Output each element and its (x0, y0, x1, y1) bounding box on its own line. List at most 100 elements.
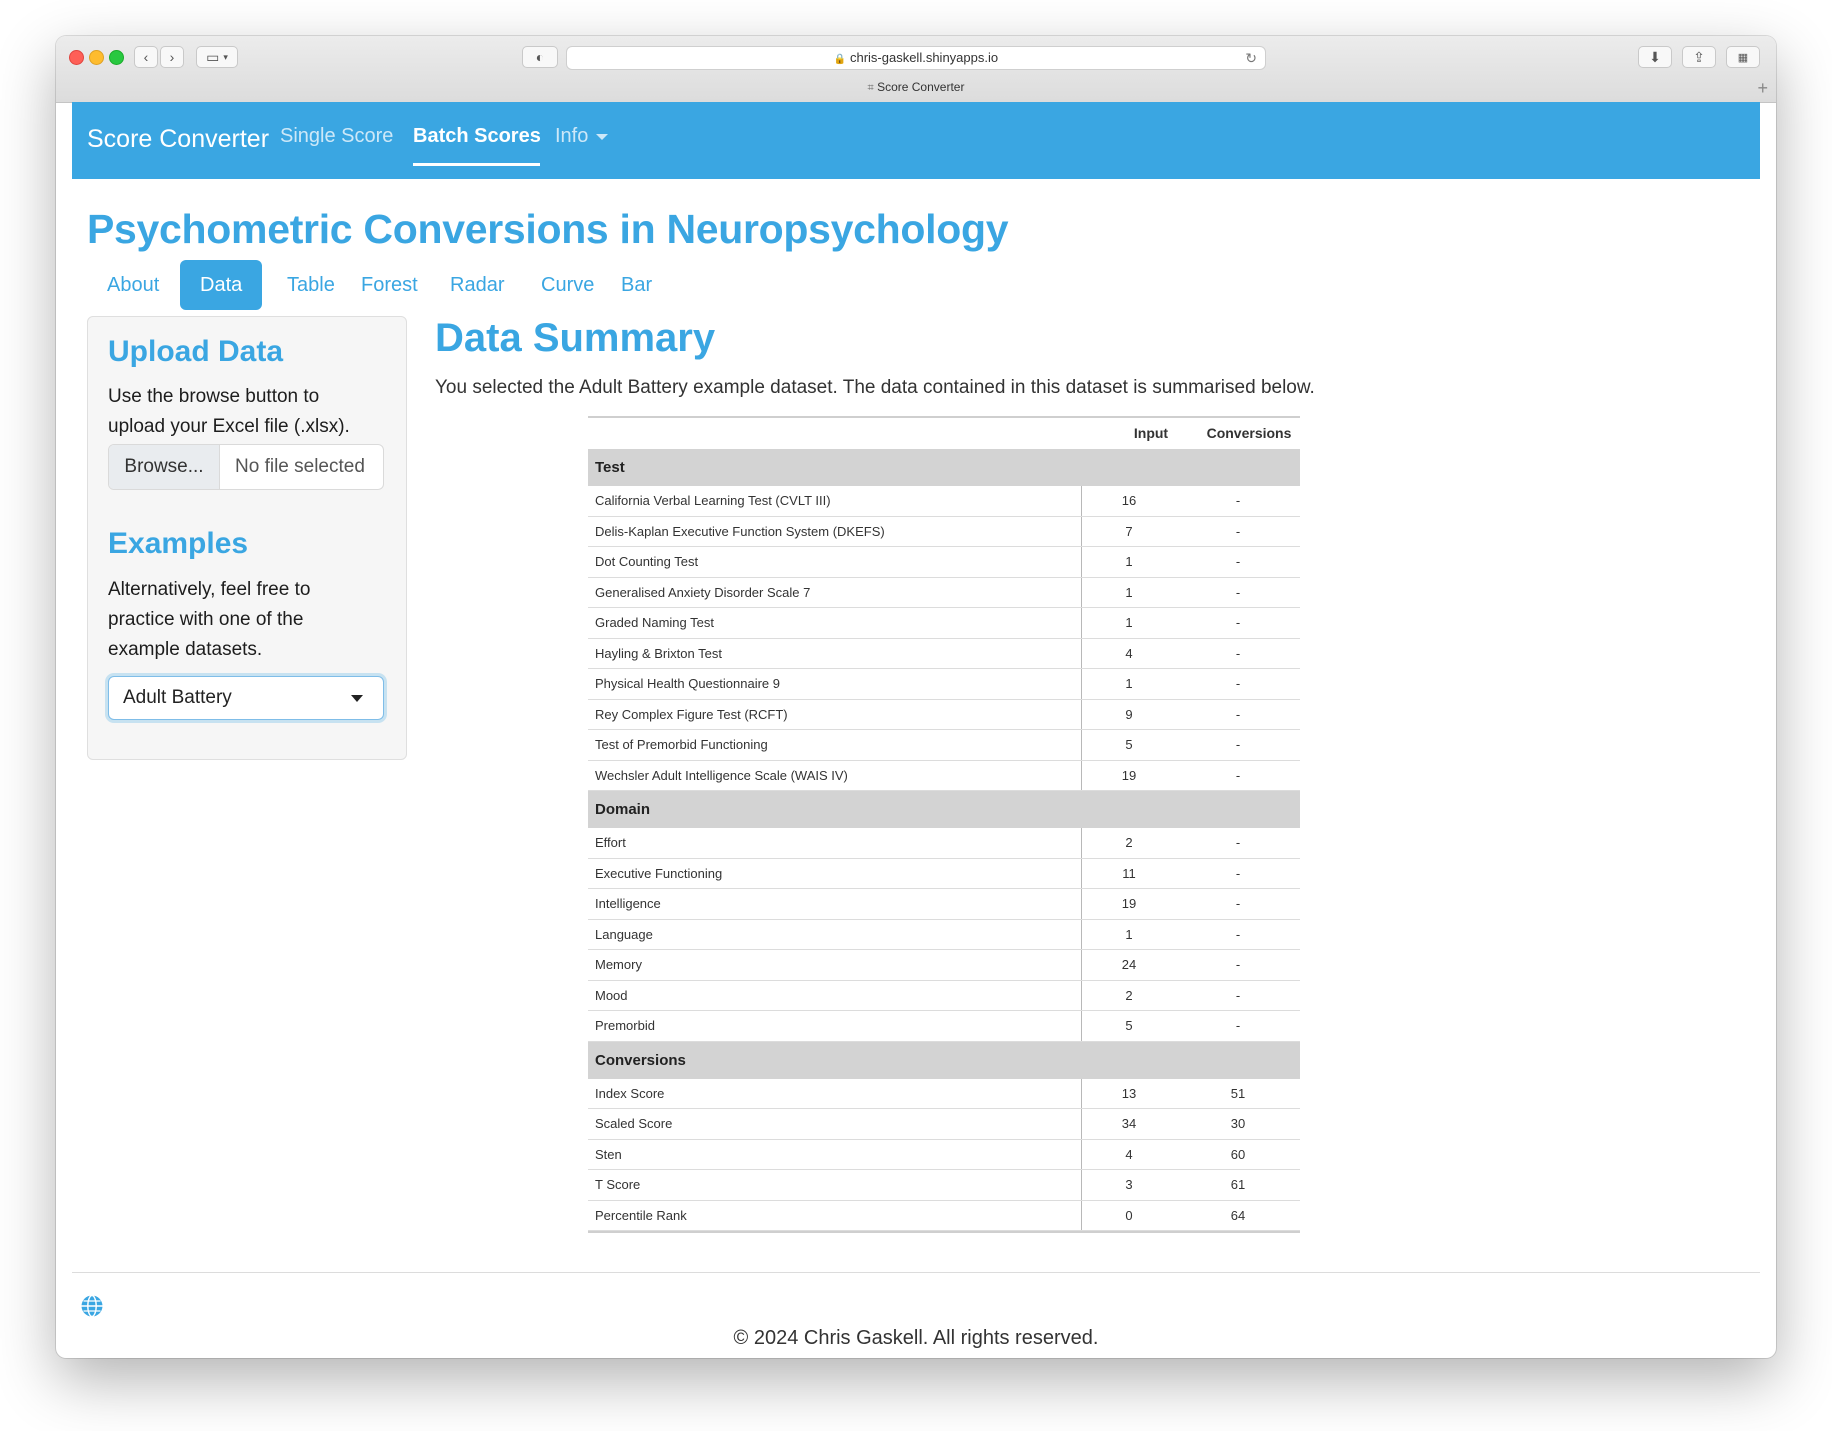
upload-text: Use the browse button to upload your Exc… (108, 386, 350, 437)
table-row: Percentile Rank 0 64 (588, 1200, 1300, 1231)
example-dataset-select[interactable]: Adult Battery (108, 676, 384, 720)
url-text: chris-gaskell.shinyapps.io (849, 50, 999, 65)
input-count: 9 (1081, 699, 1176, 729)
input-count: 4 (1081, 1139, 1176, 1169)
row-label: Percentile Rank (595, 1207, 687, 1223)
grid-icon: ▦ (1737, 51, 1749, 64)
conversion-count: 60 (1230, 1146, 1246, 1162)
input-count: 4 (1081, 638, 1176, 668)
share-icon: ⇪ (1693, 48, 1705, 65)
table-row: Effort 2 - (588, 828, 1300, 859)
navbar-brand[interactable]: Score Converter (87, 125, 269, 154)
data-summary-text: You selected the Adult Battery example d… (435, 377, 1315, 398)
input-count: 1 (1081, 919, 1176, 949)
input-count: 1 (1081, 547, 1176, 577)
browse-button[interactable]: Browse... (109, 445, 220, 489)
input-count: 2 (1081, 980, 1176, 1010)
globe-icon[interactable] (80, 1294, 104, 1318)
input-count: 1 (1081, 577, 1176, 607)
navbar: Score Converter Single Score Batch Score… (72, 102, 1760, 179)
input-count: 7 (1081, 516, 1176, 546)
conversion-count: - (1235, 896, 1241, 911)
downloads-button[interactable]: ⬇ (1638, 46, 1672, 68)
lock-icon: 🔒 (833, 54, 847, 65)
upload-heading: Upload Data (108, 335, 284, 368)
new-tab-button[interactable]: + (1757, 78, 1768, 99)
input-count: 34 (1081, 1109, 1176, 1139)
tab-bar-chart[interactable]: Bar (601, 260, 672, 310)
input-count: 1 (1081, 608, 1176, 638)
chevron-down-icon: ▾ (223, 51, 228, 62)
table-row: Memory 24 - (588, 950, 1300, 981)
table-row: Index Score 13 51 (588, 1078, 1300, 1109)
row-label: Dot Counting Test (595, 554, 699, 569)
nav-active-indicator (413, 163, 540, 166)
table-row: Hayling & Brixton Test 4 - (588, 638, 1300, 669)
nav-info-dropdown[interactable]: Info (555, 125, 609, 148)
tab-favicon: ⌗ (867, 82, 874, 94)
column-header-input: Input (1133, 425, 1169, 441)
nav-info-label: Info (555, 125, 589, 147)
tab-data[interactable]: Data (180, 260, 263, 310)
reload-icon[interactable]: ↻ (1245, 47, 1257, 69)
input-count: 13 (1081, 1078, 1176, 1108)
conversion-count: 30 (1230, 1116, 1246, 1131)
row-label: Effort (595, 835, 626, 850)
conversion-count: 51 (1230, 1085, 1246, 1101)
caret-down-icon (596, 133, 609, 140)
conversion-count: - (1235, 584, 1241, 600)
browser-window: ‹ › ▭ ▾ ◐ 🔒 chris-gaskell.shinyapps.io ↻ … (56, 36, 1776, 1358)
file-upload-input[interactable]: Browse... No file selected (108, 444, 384, 490)
web-page: Score Converter Single Score Batch Score… (72, 102, 1760, 1358)
table-row: Generalised Anxiety Disorder Scale 7 1 - (588, 577, 1300, 608)
conversion-count: - (1235, 706, 1241, 722)
minimize-window-button[interactable] (89, 50, 104, 65)
sidebar-panel: Upload Data Use the browse button to upl… (87, 316, 407, 760)
browser-tab[interactable]: ⌗ Score Converter (56, 80, 1776, 95)
share-button[interactable]: ⇪ (1682, 46, 1716, 68)
shield-icon: ◐ (535, 49, 545, 65)
back-button[interactable]: ‹ (134, 46, 158, 68)
input-count: 19 (1081, 760, 1176, 790)
input-count: 0 (1081, 1200, 1176, 1230)
footer-copyright: © 2024 Chris Gaskell. All rights reserve… (733, 1327, 1099, 1349)
close-window-button[interactable] (69, 50, 84, 65)
conversion-count: - (1235, 615, 1241, 630)
sidebar-toggle-button[interactable]: ▭ ▾ (196, 46, 238, 68)
table-row: T Score 3 61 (588, 1170, 1300, 1201)
table-row: Wechsler Adult Intelligence Scale (WAIS … (588, 760, 1300, 791)
tab-forest[interactable]: Forest (341, 260, 438, 310)
tab-radar[interactable]: Radar (430, 260, 524, 310)
sidebar-icon: ▭ (206, 48, 220, 65)
row-label: California Verbal Learning Test (CVLT II… (595, 493, 831, 508)
input-count: 24 (1081, 950, 1176, 980)
table-row: Delis-Kaplan Executive Function System (… (588, 516, 1300, 547)
input-count: 1 (1081, 669, 1176, 699)
row-label: Delis-Kaplan Executive Function System (… (595, 523, 885, 539)
row-label: Graded Naming Test (595, 615, 714, 630)
row-label: Physical Health Questionnaire 9 (595, 676, 780, 691)
zoom-window-button[interactable] (109, 50, 124, 65)
row-label: Wechsler Adult Intelligence Scale (WAIS … (595, 767, 848, 783)
input-count: 5 (1081, 1011, 1176, 1041)
nav-batch-scores[interactable]: Batch Scores (413, 125, 541, 148)
footer-divider (72, 1272, 1760, 1273)
privacy-shield-button[interactable]: ◐ (522, 46, 558, 68)
nav-single-score[interactable]: Single Score (280, 125, 393, 148)
address-bar[interactable]: 🔒 chris-gaskell.shinyapps.io ↻ (566, 46, 1266, 70)
conversion-count: 61 (1230, 1177, 1246, 1192)
data-summary-heading: Data Summary (435, 316, 716, 360)
conversion-count: - (1235, 737, 1241, 752)
input-count: 11 (1081, 858, 1176, 888)
forward-button[interactable]: › (160, 46, 184, 68)
tab-title: Score Converter (877, 80, 965, 94)
tab-overview-button[interactable]: ▦ (1726, 46, 1760, 68)
row-label: Mood (595, 987, 628, 1003)
tab-about[interactable]: About (87, 260, 179, 310)
table-row: Sten 4 60 (588, 1139, 1300, 1170)
input-count: 19 (1081, 889, 1176, 919)
row-label: Memory (595, 957, 642, 972)
row-label: Premorbid (595, 1018, 655, 1033)
table-row: Rey Complex Figure Test (RCFT) 9 - (588, 699, 1300, 730)
conversion-count: - (1235, 523, 1241, 539)
